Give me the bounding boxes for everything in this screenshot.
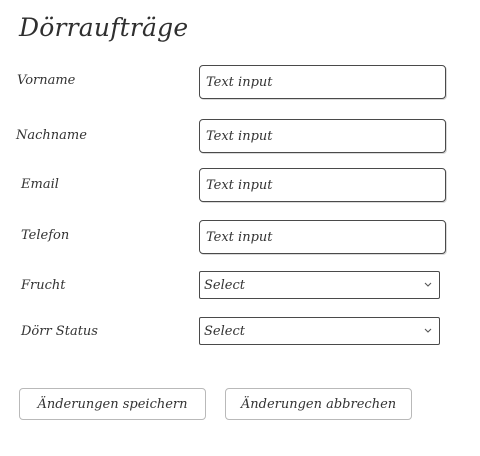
field-telefon-label: Telefon <box>21 228 70 243</box>
field-nachname-label: Nachname <box>16 128 87 143</box>
field-vorname-label: Vorname <box>17 73 76 88</box>
email-input[interactable]: Text input <box>199 168 446 202</box>
save-changes-button[interactable]: Änderungen speichern <box>19 388 206 420</box>
chevron-down-icon <box>423 280 433 290</box>
field-frucht-label: Frucht <box>21 278 66 293</box>
cancel-changes-button[interactable]: Änderungen abbrechen <box>225 388 412 420</box>
doerr-status-select-value: Select <box>204 323 245 339</box>
chevron-down-icon <box>423 326 433 336</box>
field-email-label: Email <box>21 177 59 192</box>
frucht-select[interactable]: Select <box>199 271 440 299</box>
frucht-select-value: Select <box>204 277 245 293</box>
field-doerr-status-label: Dörr Status <box>21 324 98 339</box>
telefon-input[interactable]: Text input <box>199 220 446 254</box>
doerr-status-select[interactable]: Select <box>199 317 440 345</box>
page-title: Dörraufträge <box>19 13 189 42</box>
vorname-input[interactable]: Text input <box>199 65 446 99</box>
nachname-input[interactable]: Text input <box>199 119 446 153</box>
